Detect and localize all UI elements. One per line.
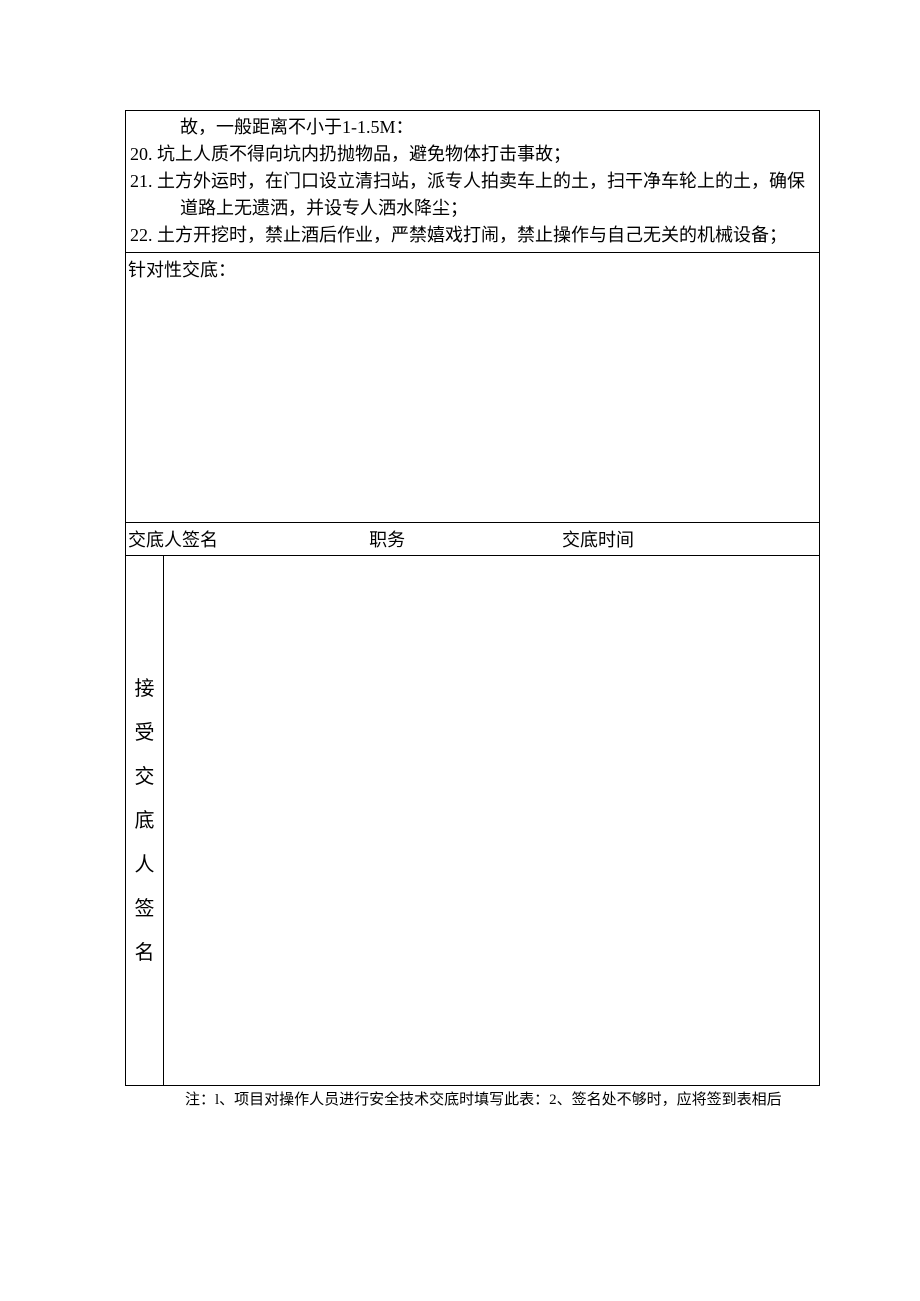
position-label: 职务 [369,526,562,552]
vertical-char: 人 [135,851,155,879]
receiver-signature-label: 接 受 交 底 人 签 名 [128,559,161,1082]
vertical-char: 底 [135,807,155,835]
item-number: 21. [130,171,153,191]
item-text: 土方开挖时，禁止酒后作业，严禁嬉戏打闹，禁止操作与自己无关的机械设备； [157,225,787,245]
disclosure-time-label: 交底时间 [562,526,817,552]
items-cell: 故，一般距离不小于1-1.5M： 20. 坑上人质不得向坑内扔抛物品，避免物体打… [126,111,820,253]
vertical-char: 签 [135,895,155,923]
item-text: 坑上人质不得向坑内扔抛物品，避免物体打击事故； [157,144,571,164]
receiver-label-cell: 接 受 交 底 人 签 名 [126,556,164,1086]
targeted-disclosure-label: 针对性交底： [128,256,817,285]
item-number: 22. [130,225,153,245]
continuation-line: 故，一般距离不小于1-1.5M： [128,114,817,141]
vertical-char: 名 [135,939,155,967]
signer-name-label: 交底人签名 [128,526,369,552]
item-number: 20. [130,144,153,164]
document-page: 故，一般距离不小于1-1.5M： 20. 坑上人质不得向坑内扔抛物品，避免物体打… [0,0,920,1151]
list-item: 22. 土方开挖时，禁止酒后作业，严禁嬉戏打闹，禁止操作与自己无关的机械设备； [130,222,817,249]
signer-row-cell: 交底人签名 职务 交底时间 [126,523,820,556]
vertical-char: 受 [135,719,155,747]
list-item: 21. 土方外运时，在门口设立清扫站，派专人拍卖车上的土，扫干净车轮上的土，确保… [130,168,817,222]
item-text: 土方外运时，在门口设立清扫站，派专人拍卖车上的土，扫干净车轮上的土，确保道路上无… [157,171,805,218]
footnote-text: 注：l、项目对操作人员进行安全技术交底时填写此表：2、签名处不够时，应将签到表相… [125,1090,820,1111]
receiver-signature-area [164,556,820,1086]
vertical-char: 交 [135,763,155,791]
signer-row: 交底人签名 职务 交底时间 [128,526,817,552]
vertical-char: 接 [135,675,155,703]
form-table: 故，一般距离不小于1-1.5M： 20. 坑上人质不得向坑内扔抛物品，避免物体打… [125,110,820,1086]
targeted-disclosure-cell: 针对性交底： [126,253,820,523]
list-item: 20. 坑上人质不得向坑内扔抛物品，避免物体打击事故； [130,141,817,168]
